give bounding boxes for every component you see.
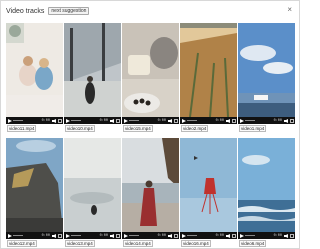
time-display: 0:00 bbox=[157, 118, 166, 123]
fullscreen-icon[interactable] bbox=[289, 118, 294, 123]
seek-bar[interactable] bbox=[129, 120, 139, 121]
video-controls: 0:00 bbox=[64, 117, 121, 124]
close-icon[interactable]: × bbox=[287, 6, 292, 14]
video-tracks-dialog: Video tracks next suggestion × 0:00 vide… bbox=[0, 0, 300, 249]
play-icon[interactable] bbox=[181, 233, 186, 238]
dialog-title: Video tracks bbox=[6, 7, 45, 15]
video-thumbnail[interactable] bbox=[6, 138, 63, 232]
play-icon[interactable] bbox=[123, 233, 128, 238]
filename-label: video14.mp4 bbox=[123, 240, 153, 247]
video-controls: 0:00 bbox=[64, 232, 121, 239]
play-icon[interactable] bbox=[239, 118, 244, 123]
volume-icon[interactable] bbox=[167, 233, 172, 238]
seek-bar[interactable] bbox=[71, 120, 81, 121]
volume-icon[interactable] bbox=[109, 233, 114, 238]
video-controls: 0:00 bbox=[122, 232, 179, 239]
video-thumbnail[interactable] bbox=[180, 23, 237, 117]
fullscreen-icon[interactable] bbox=[115, 233, 120, 238]
video-thumbnail[interactable] bbox=[238, 138, 295, 232]
volume-icon[interactable] bbox=[283, 233, 288, 238]
filename-label: video6.mp4 bbox=[239, 240, 267, 247]
time-display: 0:00 bbox=[157, 233, 166, 238]
time-display: 0:00 bbox=[41, 118, 50, 123]
play-icon[interactable] bbox=[7, 233, 12, 238]
volume-icon[interactable] bbox=[283, 118, 288, 123]
time-display: 0:00 bbox=[99, 233, 108, 238]
seek-bar[interactable] bbox=[13, 120, 23, 121]
time-display: 0:00 bbox=[273, 233, 282, 238]
seek-bar[interactable] bbox=[187, 120, 197, 121]
time-display: 0:00 bbox=[99, 118, 108, 123]
filename-label: video10.mp4 bbox=[65, 125, 95, 132]
time-display: 0:00 bbox=[41, 233, 50, 238]
fullscreen-icon[interactable] bbox=[173, 233, 178, 238]
volume-icon[interactable] bbox=[167, 118, 172, 123]
filename-label: video2.mp4 bbox=[181, 125, 209, 132]
filename-label: video1.mp4 bbox=[239, 125, 267, 132]
filename-label: video11.mp4 bbox=[7, 125, 37, 132]
play-icon[interactable] bbox=[181, 118, 186, 123]
video-thumbnail[interactable] bbox=[6, 23, 63, 117]
time-display: 0:00 bbox=[215, 233, 224, 238]
seek-bar[interactable] bbox=[71, 235, 81, 236]
seek-bar[interactable] bbox=[129, 235, 139, 236]
video-controls: 0:00 bbox=[238, 117, 295, 124]
time-display: 0:00 bbox=[273, 118, 282, 123]
fullscreen-icon[interactable] bbox=[231, 118, 236, 123]
fullscreen-icon[interactable] bbox=[231, 233, 236, 238]
play-icon[interactable] bbox=[239, 233, 244, 238]
video-thumbnail[interactable] bbox=[180, 138, 237, 232]
video-thumbnail[interactable] bbox=[64, 138, 121, 232]
video-thumbnail[interactable] bbox=[122, 138, 179, 232]
video-controls: 0:00 bbox=[180, 117, 237, 124]
video-thumbnail[interactable] bbox=[238, 23, 295, 117]
play-icon[interactable] bbox=[65, 233, 70, 238]
dialog-header: Video tracks next suggestion × bbox=[6, 5, 295, 17]
video-controls: 0:00 bbox=[180, 232, 237, 239]
filename-label: video12.mp4 bbox=[7, 240, 37, 247]
filename-label: video16.mp4 bbox=[181, 240, 211, 247]
volume-icon[interactable] bbox=[109, 118, 114, 123]
seek-bar[interactable] bbox=[187, 235, 197, 236]
fullscreen-icon[interactable] bbox=[173, 118, 178, 123]
fullscreen-icon[interactable] bbox=[57, 118, 62, 123]
video-thumbnail[interactable] bbox=[122, 23, 179, 117]
time-display: 0:00 bbox=[215, 118, 224, 123]
video-controls: 0:00 bbox=[238, 232, 295, 239]
volume-icon[interactable] bbox=[225, 118, 230, 123]
filename-label: video13.mp4 bbox=[65, 240, 95, 247]
fullscreen-icon[interactable] bbox=[115, 118, 120, 123]
video-thumbnail[interactable] bbox=[64, 23, 121, 117]
play-icon[interactable] bbox=[123, 118, 128, 123]
filename-label: video15.mp4 bbox=[123, 125, 153, 132]
seek-bar[interactable] bbox=[245, 120, 255, 121]
video-controls: 0:00 bbox=[6, 117, 63, 124]
play-icon[interactable] bbox=[7, 118, 12, 123]
fullscreen-icon[interactable] bbox=[57, 233, 62, 238]
volume-icon[interactable] bbox=[225, 233, 230, 238]
play-icon[interactable] bbox=[65, 118, 70, 123]
next-suggestion-button[interactable]: next suggestion bbox=[48, 7, 90, 15]
video-controls: 0:00 bbox=[6, 232, 63, 239]
fullscreen-icon[interactable] bbox=[289, 233, 294, 238]
video-controls: 0:00 bbox=[122, 117, 179, 124]
volume-icon[interactable] bbox=[51, 118, 56, 123]
volume-icon[interactable] bbox=[51, 233, 56, 238]
seek-bar[interactable] bbox=[13, 235, 23, 236]
seek-bar[interactable] bbox=[245, 235, 255, 236]
